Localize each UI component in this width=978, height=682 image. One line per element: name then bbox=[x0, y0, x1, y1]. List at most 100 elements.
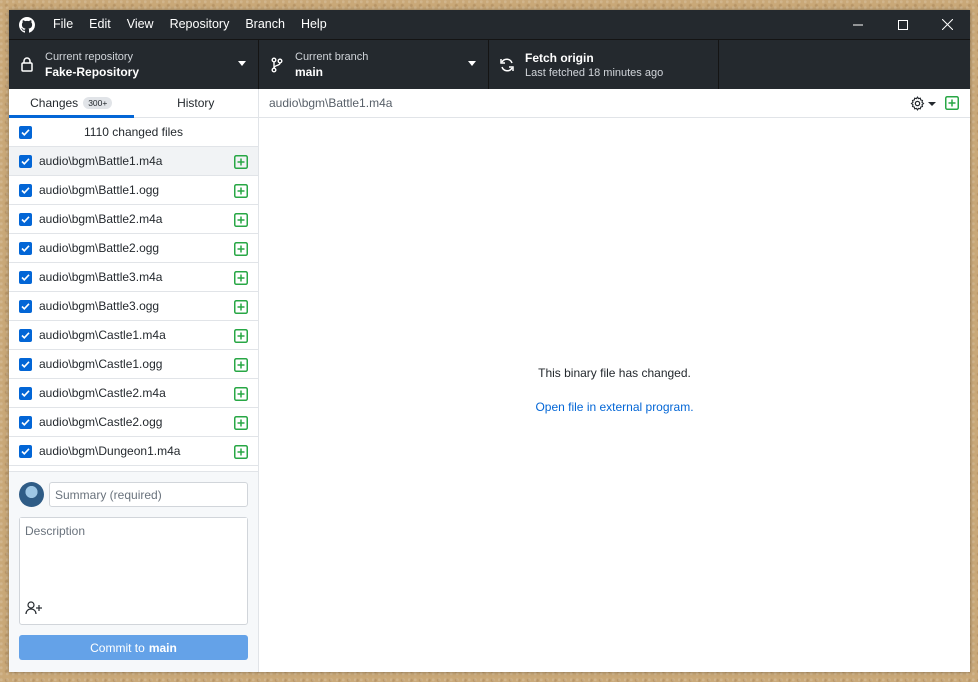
sidebar: Changes 300+ History 1110 changed files … bbox=[9, 89, 259, 672]
current-repository-button[interactable]: Current repository Fake-Repository bbox=[9, 40, 259, 89]
main-area: Changes 300+ History 1110 changed files … bbox=[9, 89, 970, 672]
menu-repository[interactable]: Repository bbox=[162, 10, 238, 39]
file-name: audio\bgm\Battle1.m4a bbox=[39, 154, 163, 168]
checkmark-icon bbox=[21, 273, 30, 281]
file-checkbox[interactable] bbox=[19, 386, 32, 400]
description-field[interactable] bbox=[19, 517, 248, 625]
minimize-icon bbox=[852, 24, 863, 25]
file-checkbox[interactable] bbox=[19, 183, 32, 197]
chevron-down-icon bbox=[238, 61, 246, 66]
changes-count-badge: 300+ bbox=[83, 97, 113, 109]
file-checkbox[interactable] bbox=[19, 154, 32, 168]
file-row[interactable]: audio\bgm\Battle2.ogg bbox=[9, 234, 258, 263]
checkmark-icon bbox=[21, 331, 30, 339]
gear-icon bbox=[910, 96, 925, 111]
menu-edit[interactable]: Edit bbox=[81, 10, 119, 39]
file-added-icon bbox=[234, 300, 248, 317]
open-external-link[interactable]: Open file in external program. bbox=[535, 400, 693, 414]
file-name: audio\bgm\Castle2.ogg bbox=[39, 415, 163, 429]
file-checkbox[interactable] bbox=[19, 328, 32, 342]
menu-branch[interactable]: Branch bbox=[237, 10, 293, 39]
menu-file[interactable]: File bbox=[45, 10, 81, 39]
file-checkbox[interactable] bbox=[19, 270, 32, 284]
current-branch-button[interactable]: Current branch main bbox=[259, 40, 489, 89]
file-name: audio\bgm\Castle1.m4a bbox=[39, 328, 166, 342]
github-logo-icon bbox=[9, 10, 45, 39]
avatar bbox=[19, 482, 44, 507]
file-added-icon bbox=[945, 96, 959, 113]
file-name: audio\bgm\Battle2.m4a bbox=[39, 212, 163, 226]
file-row[interactable]: audio\bgm\Castle1.ogg bbox=[9, 350, 258, 379]
file-row[interactable]: audio\bgm\Battle1.ogg bbox=[9, 176, 258, 205]
checkmark-icon bbox=[21, 215, 30, 223]
file-checkbox[interactable] bbox=[19, 444, 32, 458]
file-row[interactable]: audio\bgm\Dungeon1.m4a bbox=[9, 437, 258, 466]
file-row[interactable]: audio\bgm\Castle1.m4a bbox=[9, 321, 258, 350]
checkmark-icon bbox=[21, 418, 30, 426]
checkmark-icon bbox=[21, 360, 30, 368]
file-checkbox[interactable] bbox=[19, 212, 32, 226]
menu-help[interactable]: Help bbox=[293, 10, 335, 39]
commit-button[interactable]: Commit to main bbox=[19, 635, 248, 660]
add-coauthor-icon[interactable] bbox=[25, 601, 43, 618]
close-icon bbox=[942, 19, 953, 30]
repository-name: Fake-Repository bbox=[45, 64, 140, 79]
file-added-icon bbox=[234, 329, 248, 346]
commit-button-prefix: Commit to bbox=[90, 640, 145, 655]
diff-panel: audio\bgm\Battle1.m4a This binary file h… bbox=[259, 89, 970, 672]
changed-file-list: audio\bgm\Battle1.m4a audio\bgm\Battle1.o… bbox=[9, 147, 258, 471]
file-row[interactable]: audio\bgm\Castle2.ogg bbox=[9, 408, 258, 437]
summary-input[interactable] bbox=[49, 482, 248, 507]
file-row[interactable]: audio\bgm\Battle3.m4a bbox=[9, 263, 258, 292]
file-name: audio\bgm\Castle2.m4a bbox=[39, 386, 166, 400]
file-name: audio\bgm\Battle3.m4a bbox=[39, 270, 163, 284]
file-row[interactable]: audio\bgm\Battle3.ogg bbox=[9, 292, 258, 321]
file-row[interactable]: audio\bgm\Battle2.m4a bbox=[9, 205, 258, 234]
sync-icon bbox=[489, 57, 525, 73]
file-checkbox[interactable] bbox=[19, 299, 32, 313]
select-all-checkbox[interactable] bbox=[19, 125, 32, 139]
branch-name: main bbox=[295, 64, 324, 79]
lock-icon bbox=[9, 57, 45, 72]
maximize-icon bbox=[897, 19, 908, 30]
checkmark-icon bbox=[21, 128, 30, 136]
file-checkbox[interactable] bbox=[19, 415, 32, 429]
tab-changes[interactable]: Changes 300+ bbox=[9, 89, 134, 118]
title-bar: File Edit View Repository Branch Help bbox=[9, 10, 970, 39]
file-name: audio\bgm\Castle1.ogg bbox=[39, 357, 163, 371]
checkmark-icon bbox=[21, 157, 30, 165]
chevron-down-icon bbox=[468, 61, 476, 66]
file-added-icon bbox=[234, 416, 248, 433]
file-name: audio\bgm\Battle2.ogg bbox=[39, 241, 160, 255]
fetch-origin-button[interactable]: Fetch origin Last fetched 18 minutes ago bbox=[489, 40, 719, 89]
file-added-icon bbox=[234, 387, 248, 404]
diff-body: This binary file has changed. Open file … bbox=[259, 118, 970, 672]
file-name: audio\bgm\Battle1.ogg bbox=[39, 183, 160, 197]
file-row[interactable]: audio\bgm\Battle1.m4a bbox=[9, 147, 258, 176]
file-added-icon bbox=[234, 184, 248, 201]
file-added-icon bbox=[234, 155, 248, 172]
maximize-button[interactable] bbox=[880, 10, 925, 39]
commit-panel: Commit to main bbox=[9, 471, 258, 672]
file-added-icon bbox=[234, 213, 248, 230]
description-input[interactable] bbox=[20, 518, 247, 598]
file-checkbox[interactable] bbox=[19, 241, 32, 255]
binary-file-message: This binary file has changed. bbox=[538, 366, 691, 380]
minimize-button[interactable] bbox=[835, 10, 880, 39]
close-button[interactable] bbox=[925, 10, 970, 39]
chevron-down-icon bbox=[928, 101, 936, 106]
diff-settings-button[interactable] bbox=[910, 96, 936, 111]
toolbar: Current repository Fake-Repository Curre… bbox=[9, 39, 970, 89]
menu-view[interactable]: View bbox=[119, 10, 162, 39]
checkmark-icon bbox=[21, 302, 30, 310]
file-added-icon bbox=[234, 358, 248, 375]
file-row[interactable]: audio\bgm\Castle2.m4a bbox=[9, 379, 258, 408]
menu-bar: File Edit View Repository Branch Help bbox=[45, 10, 335, 39]
checkmark-icon bbox=[21, 389, 30, 397]
file-checkbox[interactable] bbox=[19, 357, 32, 371]
window-controls bbox=[835, 10, 970, 39]
sidebar-tabs: Changes 300+ History bbox=[9, 89, 258, 118]
tab-history[interactable]: History bbox=[134, 89, 259, 117]
checkmark-icon bbox=[21, 447, 30, 455]
branch-label: Current branch bbox=[295, 50, 369, 63]
